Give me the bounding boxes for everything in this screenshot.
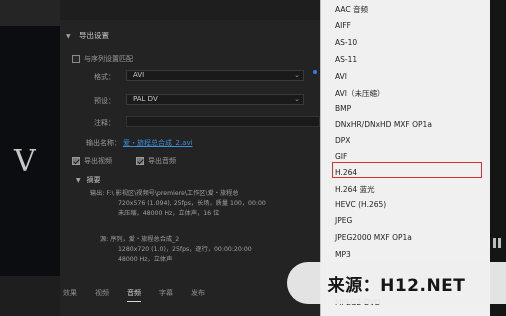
source-preview: V: [0, 26, 60, 276]
match-sequence-label: 与序列设置匹配: [84, 55, 133, 63]
format-value: AVI: [133, 71, 145, 79]
output-name-row: 输出名称： 爱・旅程总合成_2.avi: [86, 138, 193, 148]
export-video-checkbox[interactable]: [72, 157, 80, 165]
source-summary-line: 源: 序列，爱・旅程总合成_2: [100, 236, 180, 243]
format-dropdown[interactable]: AVI ⌄: [126, 70, 304, 81]
output-summary-line: 未压缩，48000 Hz，立体声，16 位: [118, 210, 220, 217]
menu-item-format[interactable]: GIF: [335, 152, 347, 161]
section-title: 导出设置: [79, 31, 110, 40]
menu-item-format[interactable]: AAC 音频: [335, 4, 368, 15]
export-video-row[interactable]: 导出视频: [72, 156, 112, 166]
summary-header[interactable]: ▼ 摘要: [76, 175, 101, 185]
menu-item-format[interactable]: AVI（未压缩）: [335, 88, 385, 99]
left-toolbar-strip: [0, 0, 60, 26]
selected-bullet-icon: [313, 70, 317, 74]
tab-audio[interactable]: 音频: [127, 288, 141, 302]
comment-field[interactable]: [126, 116, 320, 127]
export-settings-header[interactable]: ▼ 导出设置: [66, 30, 109, 41]
tab-video[interactable]: 视频: [95, 288, 109, 302]
highlight-annotation: [332, 162, 482, 178]
preview-frame-text: V: [14, 144, 36, 179]
match-sequence-checkbox[interactable]: [72, 55, 80, 63]
output-name-label: 输出名称：: [86, 139, 121, 147]
comment-label: 注释：: [94, 119, 115, 127]
menu-item-format[interactable]: DPX: [335, 136, 350, 145]
watermark: 来源：H12.NET: [287, 262, 506, 304]
pause-icon[interactable]: [492, 238, 502, 248]
tab-effects[interactable]: 效果: [63, 288, 77, 302]
menu-item-format[interactable]: JPEG: [335, 216, 352, 225]
menu-item-format[interactable]: HEVC (H.265): [335, 200, 386, 209]
menu-item-format[interactable]: JPEG2000 MXF OP1a: [335, 233, 412, 242]
tab-publish[interactable]: 发布: [191, 288, 205, 302]
menu-item-format[interactable]: MP3: [335, 250, 351, 259]
source-summary-line: 48000 Hz，立体声: [118, 256, 173, 263]
preset-label-row: 预设：: [94, 96, 115, 106]
menu-item-format[interactable]: DNxHR/DNxHD MXF OP1a: [335, 120, 432, 129]
comment-label-row: 注释：: [94, 118, 115, 128]
export-audio-label: 导出音频: [148, 157, 176, 165]
menu-item-format[interactable]: H.264 蓝光: [335, 184, 375, 195]
chevron-down-icon: ⌄: [294, 71, 300, 79]
export-audio-checkbox[interactable]: [136, 157, 144, 165]
export-settings-panel: [60, 20, 320, 316]
format-label: 格式：: [94, 73, 115, 81]
export-video-label: 导出视频: [84, 157, 112, 165]
export-audio-row[interactable]: 导出音频: [136, 156, 176, 166]
menu-item-format[interactable]: AIFF: [335, 21, 351, 30]
watermark-text: 来源：H12.NET: [327, 275, 466, 296]
output-summary-line: 输出: F:\ 影视区\视频号\premiere\工作区\爱・旅程总: [90, 190, 239, 197]
output-name-link[interactable]: 爱・旅程总合成_2.avi: [123, 138, 193, 148]
source-summary-line: 1280x720 (1.0)，25fps，逐行，00:00:20:00: [118, 246, 252, 253]
chevron-down-icon[interactable]: ▼: [76, 177, 81, 184]
menu-item-format[interactable]: AS-10: [335, 38, 357, 47]
summary-title: 摘要: [86, 176, 101, 184]
match-sequence-row[interactable]: 与序列设置匹配: [72, 54, 133, 64]
menu-item-format-selected[interactable]: AVI: [335, 72, 347, 81]
menu-item-format[interactable]: AS-11: [335, 55, 357, 64]
menu-item-format[interactable]: BMP: [335, 104, 351, 113]
settings-tab-bar: 效果 视频 音频 字幕 发布: [60, 288, 320, 302]
preset-dropdown[interactable]: PAL DV ⌄: [126, 94, 304, 105]
tab-captions[interactable]: 字幕: [159, 288, 173, 302]
chevron-down-icon[interactable]: ▼: [66, 33, 71, 40]
chevron-down-icon: ⌄: [294, 95, 300, 103]
format-label-row: 格式：: [94, 72, 115, 82]
preset-value: PAL DV: [133, 95, 158, 103]
preset-label: 预设：: [94, 97, 115, 105]
output-summary-line: 720x576 (1.094), 25fps，长场，质量 100，00:00: [118, 200, 266, 207]
